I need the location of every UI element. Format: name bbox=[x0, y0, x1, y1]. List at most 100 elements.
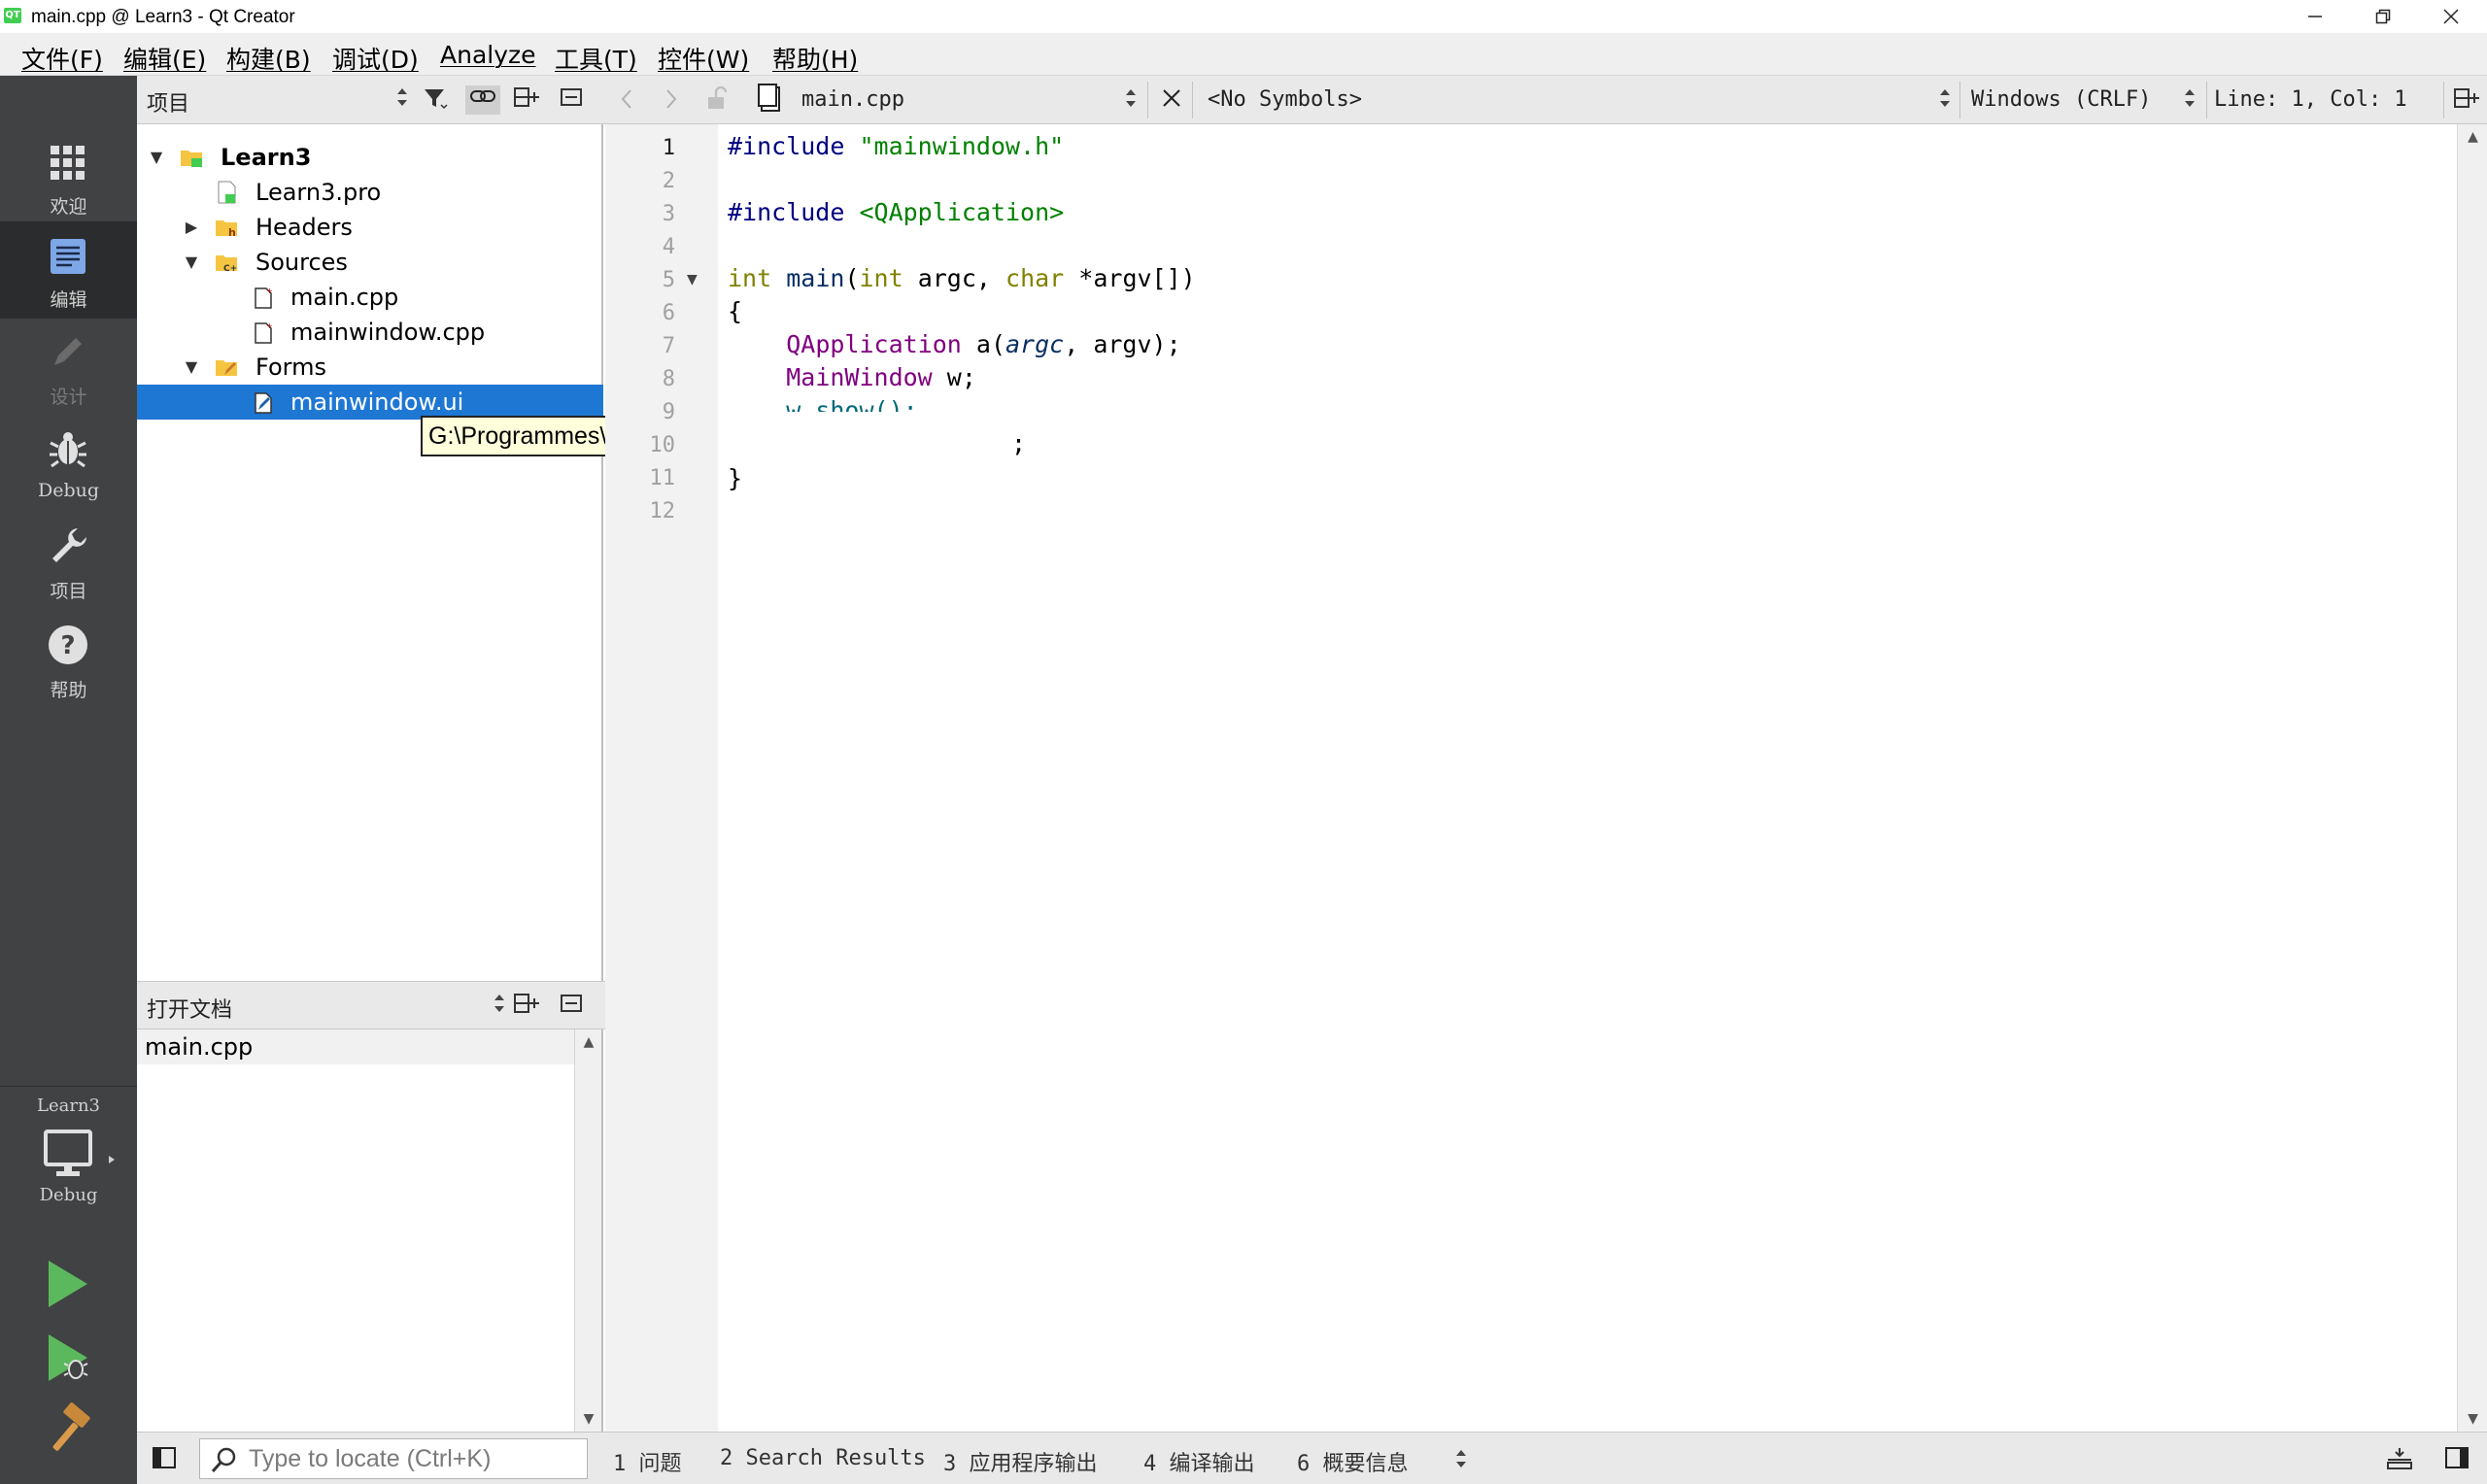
locator-input[interactable] bbox=[249, 1443, 579, 1474]
close-icon bbox=[2443, 9, 2459, 24]
menu-tools[interactable]: 工具(T) bbox=[555, 41, 637, 76]
project-tree: ▼ Learn3 Learn3.pro ▶ h Headers ▼ C++ So… bbox=[137, 124, 603, 981]
mode-design-label: 设计 bbox=[50, 387, 87, 408]
monitor-icon bbox=[44, 1130, 92, 1176]
line-number: 3 bbox=[662, 202, 675, 226]
close-document-button[interactable] bbox=[1161, 85, 1182, 117]
symbols-selector[interactable]: <No Symbols> bbox=[1208, 87, 1362, 112]
mode-debug[interactable]: Debug bbox=[0, 416, 137, 513]
menu-debug[interactable]: 调试(D) bbox=[332, 41, 419, 76]
line-ending-arrows[interactable] bbox=[2183, 85, 2197, 117]
menu-widgets[interactable]: 控件(W) bbox=[658, 41, 749, 76]
tree-item-project-root[interactable]: ▼ Learn3 bbox=[137, 140, 603, 175]
toolbar-separator bbox=[1959, 82, 1960, 118]
mode-help[interactable]: ? 帮助 bbox=[0, 610, 137, 707]
open-document-item[interactable]: main.cpp bbox=[137, 1029, 576, 1064]
fold-marker-icon[interactable]: ▼ bbox=[687, 272, 698, 287]
open-docs-view-selector[interactable] bbox=[485, 992, 514, 1021]
symbols-selector-arrows[interactable] bbox=[1938, 85, 1952, 117]
output-tab-compile-output[interactable]: 4 编译输出 bbox=[1143, 1446, 1255, 1477]
line-number: 4 bbox=[662, 235, 675, 259]
code-editor[interactable]: #include "mainwindow.h" #include <QAppli… bbox=[718, 124, 2457, 1432]
link-icon bbox=[470, 90, 495, 102]
filter-button[interactable] bbox=[421, 85, 450, 115]
svg-text:+: + bbox=[266, 287, 273, 295]
output-tab-general-messages[interactable]: 6 概要信息 bbox=[1297, 1446, 1409, 1477]
menu-build[interactable]: 构建(B) bbox=[226, 41, 311, 76]
back-arrow-icon bbox=[621, 89, 631, 109]
toggle-sidebar-button[interactable] bbox=[151, 1444, 178, 1475]
search-icon bbox=[211, 1447, 236, 1472]
tree-item-sources[interactable]: ▼ C++ Sources bbox=[137, 245, 603, 280]
restore-button[interactable] bbox=[2349, 0, 2417, 33]
kit-build-label: Debug bbox=[39, 1185, 98, 1205]
kit-selector[interactable]: Debug bbox=[0, 1123, 137, 1210]
debug-run-button[interactable] bbox=[39, 1329, 97, 1387]
menu-analyze[interactable]: Analyze bbox=[440, 41, 536, 69]
open-documents-title: 打开文档 bbox=[147, 998, 233, 1023]
tree-item-main-cpp[interactable]: + main.cpp bbox=[137, 280, 603, 315]
toggle-right-sidebar-button[interactable] bbox=[2443, 1444, 2470, 1475]
ui-form-file-icon bbox=[255, 392, 272, 414]
cursor-position[interactable]: Line: 1, Col: 1 bbox=[2214, 87, 2407, 112]
mode-projects[interactable]: 项目 bbox=[0, 513, 137, 610]
output-tab-application-output[interactable]: 3 应用程序输出 bbox=[943, 1446, 1098, 1477]
scroll-up-icon[interactable]: ▲ bbox=[2458, 124, 2487, 150]
tree-item-mainwindow-ui[interactable]: mainwindow.ui bbox=[137, 385, 603, 420]
mode-design[interactable]: 设计 bbox=[0, 319, 137, 416]
menu-file[interactable]: 文件(F) bbox=[21, 41, 103, 76]
collapsed-arrow-icon[interactable]: ▶ bbox=[182, 210, 201, 245]
tree-item-forms[interactable]: ▼ Forms bbox=[137, 350, 603, 385]
scroll-up-icon[interactable]: ▲ bbox=[575, 1029, 602, 1055]
line-number: 11 bbox=[649, 466, 676, 490]
current-file-selector[interactable]: main.cpp bbox=[801, 87, 904, 112]
tree-item-pro-file[interactable]: Learn3.pro bbox=[137, 175, 603, 210]
menu-help[interactable]: 帮助(H) bbox=[772, 41, 858, 76]
tree-item-headers[interactable]: ▶ h Headers bbox=[137, 210, 603, 245]
panel-view-selector[interactable] bbox=[388, 85, 417, 115]
nav-back-button[interactable] bbox=[619, 87, 634, 117]
progress-details-button[interactable] bbox=[2385, 1444, 2414, 1475]
file-type-icon-holder bbox=[757, 84, 782, 118]
run-button[interactable] bbox=[39, 1255, 97, 1313]
tree-mainwindow-cpp-label: mainwindow.cpp bbox=[290, 319, 486, 346]
line-number: 2 bbox=[662, 169, 675, 193]
mode-welcome[interactable]: 欢迎 bbox=[0, 130, 137, 227]
tree-mainwindow-ui-label: mainwindow.ui bbox=[290, 388, 464, 416]
line-number-gutter[interactable]: 1 2 3 4 5 ▼ 6 7 8 9 10 11 12 bbox=[605, 124, 718, 1432]
expanded-arrow-icon[interactable]: ▼ bbox=[182, 245, 201, 280]
close-panel-button[interactable] bbox=[557, 85, 586, 115]
title-bar: QT main.cpp @ Learn3 - Qt Creator bbox=[0, 0, 2487, 33]
minimize-button[interactable] bbox=[2281, 0, 2349, 33]
split-panel-button[interactable] bbox=[512, 85, 541, 115]
mode-edit[interactable]: 编辑 bbox=[0, 221, 137, 319]
open-docs-close-button[interactable] bbox=[557, 992, 586, 1021]
locator[interactable] bbox=[199, 1438, 588, 1479]
open-docs-scrollbar[interactable]: ▲ ▼ bbox=[574, 1029, 601, 1432]
editor-scrollbar[interactable]: ▲ ▼ bbox=[2457, 124, 2487, 1432]
line-ending-selector[interactable]: Windows (CRLF) bbox=[1971, 87, 2151, 112]
close-window-button[interactable] bbox=[2417, 0, 2485, 33]
status-bar: 1 问题 2 Search Results 3 应用程序输出 4 编译输出 6 … bbox=[137, 1432, 2487, 1484]
editor-toolbar: main.cpp <No Symbols> Windows (CRLF) Lin… bbox=[605, 76, 2487, 124]
scroll-down-icon[interactable]: ▼ bbox=[2458, 1406, 2487, 1432]
lock-button[interactable] bbox=[706, 85, 728, 117]
nav-forward-button[interactable] bbox=[664, 87, 679, 117]
build-button[interactable] bbox=[39, 1400, 97, 1459]
expanded-arrow-icon[interactable]: ▼ bbox=[182, 350, 201, 385]
open-docs-split-button[interactable] bbox=[512, 992, 541, 1021]
scroll-down-icon[interactable]: ▼ bbox=[575, 1406, 602, 1432]
sync-link-button[interactable] bbox=[465, 85, 500, 115]
expanded-arrow-icon[interactable]: ▼ bbox=[147, 140, 166, 175]
file-selector-arrows[interactable] bbox=[1124, 85, 1138, 117]
output-tab-search-results[interactable]: 2 Search Results bbox=[720, 1446, 926, 1470]
split-editor-button[interactable] bbox=[2453, 85, 2480, 117]
tree-item-mainwindow-cpp[interactable]: + mainwindow.cpp bbox=[137, 315, 603, 350]
line-number: 12 bbox=[649, 499, 676, 523]
mode-debug-label: Debug bbox=[37, 480, 100, 501]
output-tabs-more-button[interactable] bbox=[1454, 1446, 1468, 1475]
output-tab-issues[interactable]: 1 问题 bbox=[613, 1446, 682, 1477]
updown-arrows-icon bbox=[1456, 1450, 1466, 1467]
menu-edit[interactable]: 编辑(E) bbox=[123, 41, 206, 76]
code-line: MainWindow w; bbox=[786, 363, 976, 391]
